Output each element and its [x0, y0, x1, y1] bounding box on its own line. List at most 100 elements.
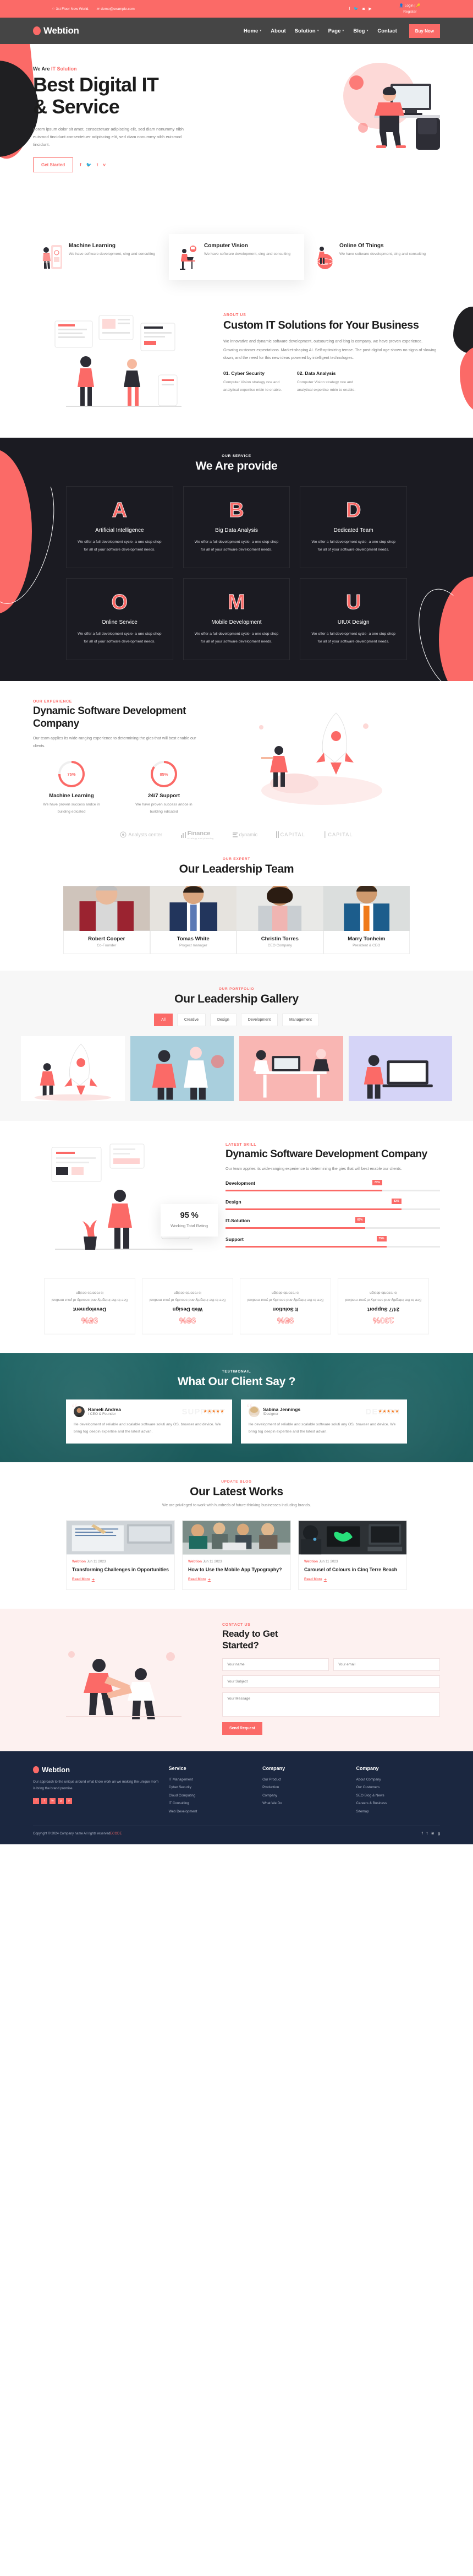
facebook-icon[interactable]: f [33, 1798, 39, 1804]
name-field[interactable] [222, 1658, 329, 1671]
blog-card[interactable]: Webtion Jun 11 2023 Transforming Challen… [66, 1520, 175, 1591]
send-request-button[interactable]: Send Request [222, 1722, 262, 1735]
team-member-card[interactable]: Christin Torres CEO Company [237, 885, 323, 954]
twitter-icon[interactable]: 🐦 [86, 162, 92, 167]
rocket-illustration [259, 712, 382, 805]
feature-title: Computer Vision [204, 243, 248, 249]
footer-link[interactable]: Our Product [262, 1776, 346, 1784]
hero-illustration [343, 63, 440, 150]
footer-socials: f t in g y [33, 1798, 159, 1804]
portfolio-item[interactable] [239, 1036, 343, 1101]
service-card[interactable]: U UIUX Design We offer a full developmen… [300, 578, 407, 661]
team-member-role: President & CEO [353, 943, 381, 947]
nav-item-about[interactable]: About [271, 28, 285, 34]
hero-title-line2: & Service [33, 95, 120, 118]
portfolio-item[interactable] [348, 1036, 452, 1101]
twitter-icon[interactable]: t [41, 1798, 47, 1804]
footer-link[interactable]: SEO Blog & News [356, 1792, 440, 1800]
filter-management[interactable]: Management [282, 1013, 319, 1026]
footer-link[interactable]: IT Consulting [169, 1800, 252, 1807]
footer-link[interactable]: Cyber Security [169, 1784, 252, 1791]
footer-link[interactable]: Web Development [169, 1808, 252, 1816]
footer-link[interactable]: Production [262, 1784, 346, 1791]
nav-item-home[interactable]: Home ▼ [244, 28, 262, 34]
footer-logo[interactable]: Webtion [33, 1766, 159, 1774]
blog-card[interactable]: Webtion Jun 11 2023 How to Use the Mobil… [182, 1520, 291, 1591]
login-link[interactable]: Login [405, 4, 414, 8]
facebook-icon[interactable]: f [80, 162, 81, 167]
facebook-icon[interactable]: f [422, 1832, 423, 1836]
nav-item-contact[interactable]: Contact [377, 28, 397, 34]
get-started-button[interactable]: Get Started [33, 157, 74, 172]
twitter-icon[interactable]: 🐦 [354, 7, 359, 11]
topbar-email[interactable]: ✉ demo@example.com [96, 7, 135, 11]
subject-field[interactable] [222, 1675, 440, 1688]
footer-link[interactable]: Careers & Business [356, 1800, 440, 1807]
brand-logo[interactable]: Webtion [33, 25, 79, 36]
skill-bar: IT-Solution 65% [226, 1217, 440, 1229]
footer-link[interactable]: IT Management [169, 1776, 252, 1784]
progress-circle-item: 85% 24/7 Support We have proven success … [131, 761, 197, 816]
filter-design[interactable]: Design [210, 1013, 237, 1026]
team-member-card[interactable]: Marry Tonheim President & CEO [323, 885, 410, 954]
feature-card[interactable]: Computer Vision We have software develop… [169, 234, 304, 280]
service-card[interactable]: D Dedicated Team We offer a full develop… [300, 486, 407, 569]
register-link[interactable]: Register [403, 10, 416, 14]
rocket-art [34, 1043, 111, 1101]
chevron-down-icon: ▼ [259, 29, 262, 32]
experience-eyebrow: OUR EXPERIENCE [33, 700, 73, 704]
footer-link[interactable]: Cloud Computing [169, 1792, 252, 1800]
portfolio-item[interactable] [21, 1036, 125, 1101]
tumblr-icon[interactable]: t [97, 162, 98, 167]
youtube-icon[interactable]: y [66, 1798, 72, 1804]
nav-item-blog[interactable]: Blog ▼ [353, 28, 369, 34]
vimeo-icon[interactable]: v [103, 162, 105, 167]
service-title: UIUX Design [337, 619, 370, 626]
copyright-link[interactable]: ECODE [110, 1832, 122, 1836]
linkedin-icon[interactable]: in [431, 1832, 434, 1836]
facebook-icon[interactable]: f [349, 7, 350, 11]
portfolio-item[interactable] [130, 1036, 234, 1101]
feature-card[interactable]: www Online Of Things We have software de… [304, 234, 439, 280]
avatar [237, 885, 323, 931]
feature-card[interactable]: Machine Learning We have software develo… [34, 234, 169, 280]
youtube-icon[interactable]: ▶ [369, 7, 371, 11]
linkedin-icon[interactable]: in [50, 1798, 56, 1804]
blog-card[interactable]: Webtion Jun 11 2023 Carousel of Colours … [298, 1520, 407, 1591]
footer-link[interactable]: Sitemap [356, 1808, 440, 1816]
blog-read-more[interactable]: Read More ➜ [304, 1577, 327, 1582]
filter-all[interactable]: All [154, 1013, 173, 1026]
filter-development[interactable]: Development [240, 1013, 278, 1026]
nav-item-page[interactable]: Page ▼ [328, 28, 345, 34]
twitter-icon[interactable]: t [427, 1832, 428, 1836]
counter-card: 95% Development See to the integrity and… [44, 1278, 135, 1335]
footer-link[interactable]: Our Customers [356, 1784, 440, 1791]
google-icon[interactable]: g [58, 1798, 64, 1804]
testimonial-card: “ DESIGN Sabina Jennings /Designer ★★★★★… [241, 1399, 407, 1444]
nav-item-solution[interactable]: Solution ▼ [295, 28, 320, 34]
buy-now-button[interactable]: Buy Now [409, 24, 440, 38]
service-letter: U [345, 591, 361, 614]
feature-cards: Machine Learning We have software develo… [0, 234, 473, 297]
footer-link[interactable]: Company [262, 1792, 346, 1800]
filter-creative[interactable]: Creative [177, 1013, 206, 1026]
team-member-card[interactable]: Robert Cooper Co-Founder [63, 885, 150, 954]
team-member-card[interactable]: Tomas White Progect manager [150, 885, 237, 954]
testimonials-title: What Our Client Say ? [177, 1375, 296, 1388]
skill-bar: Development 73% [226, 1179, 440, 1191]
service-text: We offer a full development cycle- a one… [194, 540, 279, 552]
email-field[interactable] [333, 1658, 440, 1671]
instagram-icon[interactable]: ◙ [362, 7, 365, 11]
message-field[interactable] [222, 1692, 440, 1717]
blog-read-more[interactable]: Read More ➜ [188, 1577, 211, 1582]
google-icon[interactable]: g [438, 1832, 440, 1836]
contact-section: CONTACT US Ready to Get Started? Send Re… [0, 1609, 473, 1751]
circle-logo-icon [33, 1766, 39, 1773]
service-card[interactable]: B Big Data Analysis We offer a full deve… [183, 486, 290, 569]
blog-read-more[interactable]: Read More ➜ [72, 1577, 95, 1582]
service-card[interactable]: A Artificial Intelligence We offer a ful… [66, 486, 173, 569]
footer-link[interactable]: About Company [356, 1776, 440, 1784]
service-card[interactable]: M Mobile Development We offer a full dev… [183, 578, 290, 661]
footer-link[interactable]: What We Do [262, 1800, 346, 1807]
service-card[interactable]: O Online Service We offer a full develop… [66, 578, 173, 661]
